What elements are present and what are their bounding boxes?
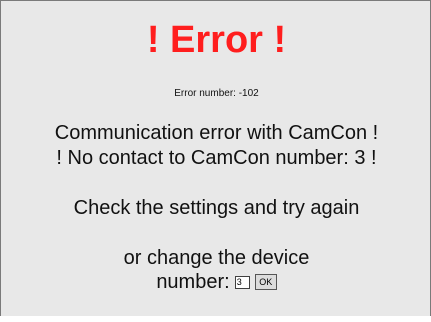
settings-instruction: Check the settings and try again xyxy=(73,197,360,219)
device-number-row: number: OK xyxy=(1,269,431,295)
device-number-input[interactable] xyxy=(234,275,250,289)
change-device-text: or change the device xyxy=(123,247,310,269)
no-contact-message: ! No contact to CamCon number: 3 ! xyxy=(56,147,377,169)
error-number: Error number: -102 xyxy=(174,88,259,99)
bottom-page-margin xyxy=(0,316,431,322)
error-title: ! Error ! xyxy=(146,19,287,61)
error-dialog: ! Error ! Error number: -102 Communicati… xyxy=(0,0,431,322)
communication-error-message: Communication error with CamCon ! xyxy=(54,122,379,144)
device-number-label: number: xyxy=(156,270,230,293)
ok-button[interactable]: OK xyxy=(254,274,277,290)
